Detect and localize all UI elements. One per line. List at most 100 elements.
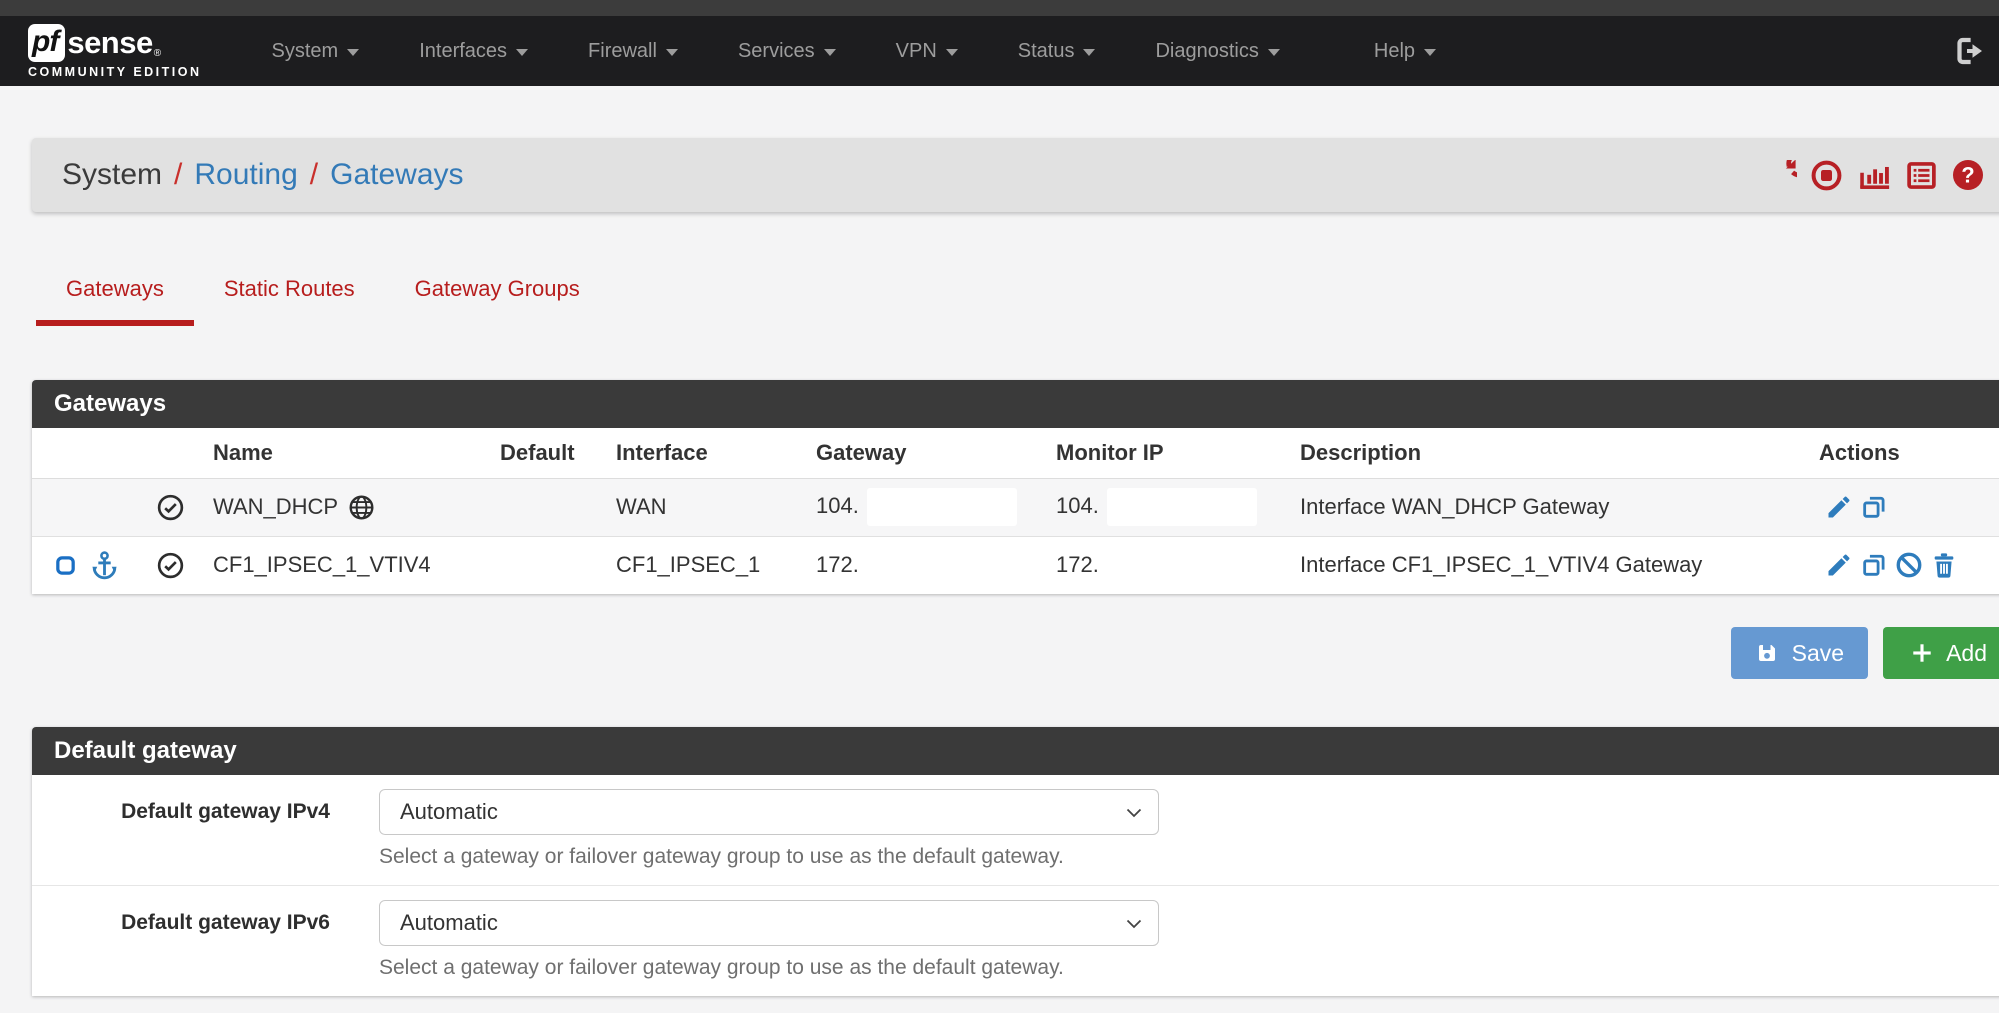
col-description: Description	[1300, 428, 1819, 478]
anchor-icon[interactable]	[89, 550, 120, 581]
gateway-ip: 104.	[816, 493, 859, 518]
chevron-down-icon	[1083, 49, 1095, 56]
menu-item-label: Status	[1018, 40, 1075, 63]
gateways-panel-title: Gateways	[32, 380, 1999, 428]
gateways-table: Name Default Interface Gateway Monitor I…	[32, 428, 1999, 594]
log-icon[interactable]	[1905, 159, 1938, 192]
redacted-ip	[867, 488, 1017, 526]
tab-label: Static Routes	[224, 276, 355, 301]
selected-option: Automatic	[400, 910, 498, 935]
disable-icon[interactable]	[1895, 551, 1923, 579]
col-status	[150, 428, 213, 478]
status-cell	[150, 478, 213, 536]
default-cell	[500, 478, 616, 536]
table-row: WAN_DHCP WAN	[32, 478, 1999, 536]
menu-item-vpn[interactable]: VPN	[866, 16, 988, 86]
actions-cell	[1819, 478, 1999, 536]
name-cell: CF1_IPSEC_1_VTIV4	[213, 536, 500, 594]
svg-text:?: ?	[1961, 162, 1974, 187]
default-gateway-ipv6-select[interactable]: Automatic	[379, 900, 1159, 946]
tab-label: Gateways	[66, 276, 164, 301]
col-interface: Interface	[616, 428, 816, 478]
refresh-icon[interactable]	[1766, 160, 1797, 191]
logo-pf: pf	[28, 24, 65, 62]
add-button-label: Add	[1946, 640, 1987, 667]
menu-item-status[interactable]: Status	[988, 16, 1126, 86]
edit-icon[interactable]	[1825, 493, 1853, 521]
gateways-panel: Gateways Name Default Interface Gateway	[32, 380, 1999, 594]
chevron-down-icon	[347, 49, 359, 56]
breadcrumb-gateways-link[interactable]: Gateways	[330, 158, 463, 192]
logo-wordmark: pf sense ®	[28, 24, 202, 62]
select-cell	[32, 478, 150, 536]
table-row: CF1_IPSEC_1_VTIV4 CF1_IPSEC_1 172. 172. …	[32, 536, 1999, 594]
copy-icon[interactable]	[1860, 551, 1888, 579]
menu-item-diagnostics[interactable]: Diagnostics	[1125, 16, 1309, 86]
pfsense-logo[interactable]: pf sense ® COMMUNITY EDITION	[28, 24, 202, 79]
edit-icon[interactable]	[1825, 551, 1853, 579]
delete-icon[interactable]	[1930, 551, 1958, 579]
monitor-ip-cell: 172.	[1056, 536, 1300, 594]
logo-sense: sense	[67, 25, 152, 61]
checkbox-icon[interactable]	[54, 554, 77, 577]
monitor-ip: 104.	[1056, 493, 1099, 518]
tab-label: Gateway Groups	[415, 276, 580, 301]
stop-refresh-icon[interactable]	[1810, 159, 1843, 192]
breadcrumb: System / Routing / Gateways	[62, 158, 464, 192]
breadcrumb-separator: /	[310, 158, 318, 192]
help-icon[interactable]: ?	[1951, 158, 1985, 192]
logo-registered-mark: ®	[154, 48, 161, 59]
tab-static-routes[interactable]: Static Routes	[194, 276, 385, 326]
add-button[interactable]: Add	[1883, 627, 1999, 679]
menu-item-label: Firewall	[588, 40, 657, 63]
menu-item-services[interactable]: Services	[708, 16, 866, 86]
sign-out-button[interactable]	[1955, 36, 1985, 66]
tab-gateways[interactable]: Gateways	[36, 276, 194, 326]
monitor-ip: 172.	[1056, 552, 1099, 577]
tab-gateway-groups[interactable]: Gateway Groups	[385, 276, 610, 326]
gateway-cell: 172.	[816, 536, 1056, 594]
menu-item-label: Diagnostics	[1155, 40, 1258, 63]
table-header-row: Name Default Interface Gateway Monitor I…	[32, 428, 1999, 478]
default-gateway-globe-icon	[348, 494, 375, 521]
menu-item-label: Interfaces	[419, 40, 507, 63]
default-gateway-ipv4-select[interactable]: Automatic	[379, 789, 1159, 835]
status-cell	[150, 536, 213, 594]
breadcrumb-bar: System / Routing / Gateways	[32, 138, 1999, 212]
copy-icon[interactable]	[1860, 493, 1888, 521]
gateway-ip: 172.	[816, 552, 859, 577]
menu-item-system[interactable]: System	[242, 16, 390, 86]
plus-icon	[1911, 642, 1933, 664]
select-cell	[32, 536, 150, 594]
monitoring-icon[interactable]	[1856, 159, 1892, 192]
chevron-down-icon	[946, 49, 958, 56]
default-gateway-ipv4-label: Default gateway IPv4	[32, 789, 379, 869]
menu-item-interfaces[interactable]: Interfaces	[389, 16, 558, 86]
chevron-down-icon	[1424, 49, 1436, 56]
save-button[interactable]: Save	[1731, 627, 1868, 679]
menu-item-firewall[interactable]: Firewall	[558, 16, 708, 86]
breadcrumb-separator: /	[174, 158, 182, 192]
page-content: System / Routing / Gateways	[0, 138, 1999, 996]
pfsense-app: pf sense ® COMMUNITY EDITION System Inte…	[0, 0, 1999, 996]
gateway-online-icon	[156, 551, 185, 580]
default-gateway-ipv6-control: Automatic Select a gateway or failover g…	[379, 900, 1159, 980]
actions-cell	[1819, 536, 1999, 594]
interface-cell: CF1_IPSEC_1	[616, 536, 816, 594]
default-gateway-ipv4-control: Automatic Select a gateway or failover g…	[379, 789, 1159, 869]
chevron-down-icon	[824, 49, 836, 56]
sign-out-icon	[1955, 36, 1985, 66]
menu-item-label: Services	[738, 40, 815, 63]
window-chrome-strip	[0, 0, 1999, 16]
col-default: Default	[500, 428, 616, 478]
redacted-ip	[1107, 488, 1257, 526]
menu-item-help[interactable]: Help	[1344, 16, 1466, 86]
selected-option: Automatic	[400, 799, 498, 824]
interface-cell: WAN	[616, 478, 816, 536]
description-cell: Interface WAN_DHCP Gateway	[1300, 478, 1819, 536]
logo-subtitle: COMMUNITY EDITION	[28, 65, 202, 79]
help-text: Select a gateway or failover gateway gro…	[379, 956, 1159, 980]
menu-item-label: System	[272, 40, 339, 63]
breadcrumb-routing-link[interactable]: Routing	[194, 158, 297, 192]
menu-item-label: VPN	[896, 40, 937, 63]
